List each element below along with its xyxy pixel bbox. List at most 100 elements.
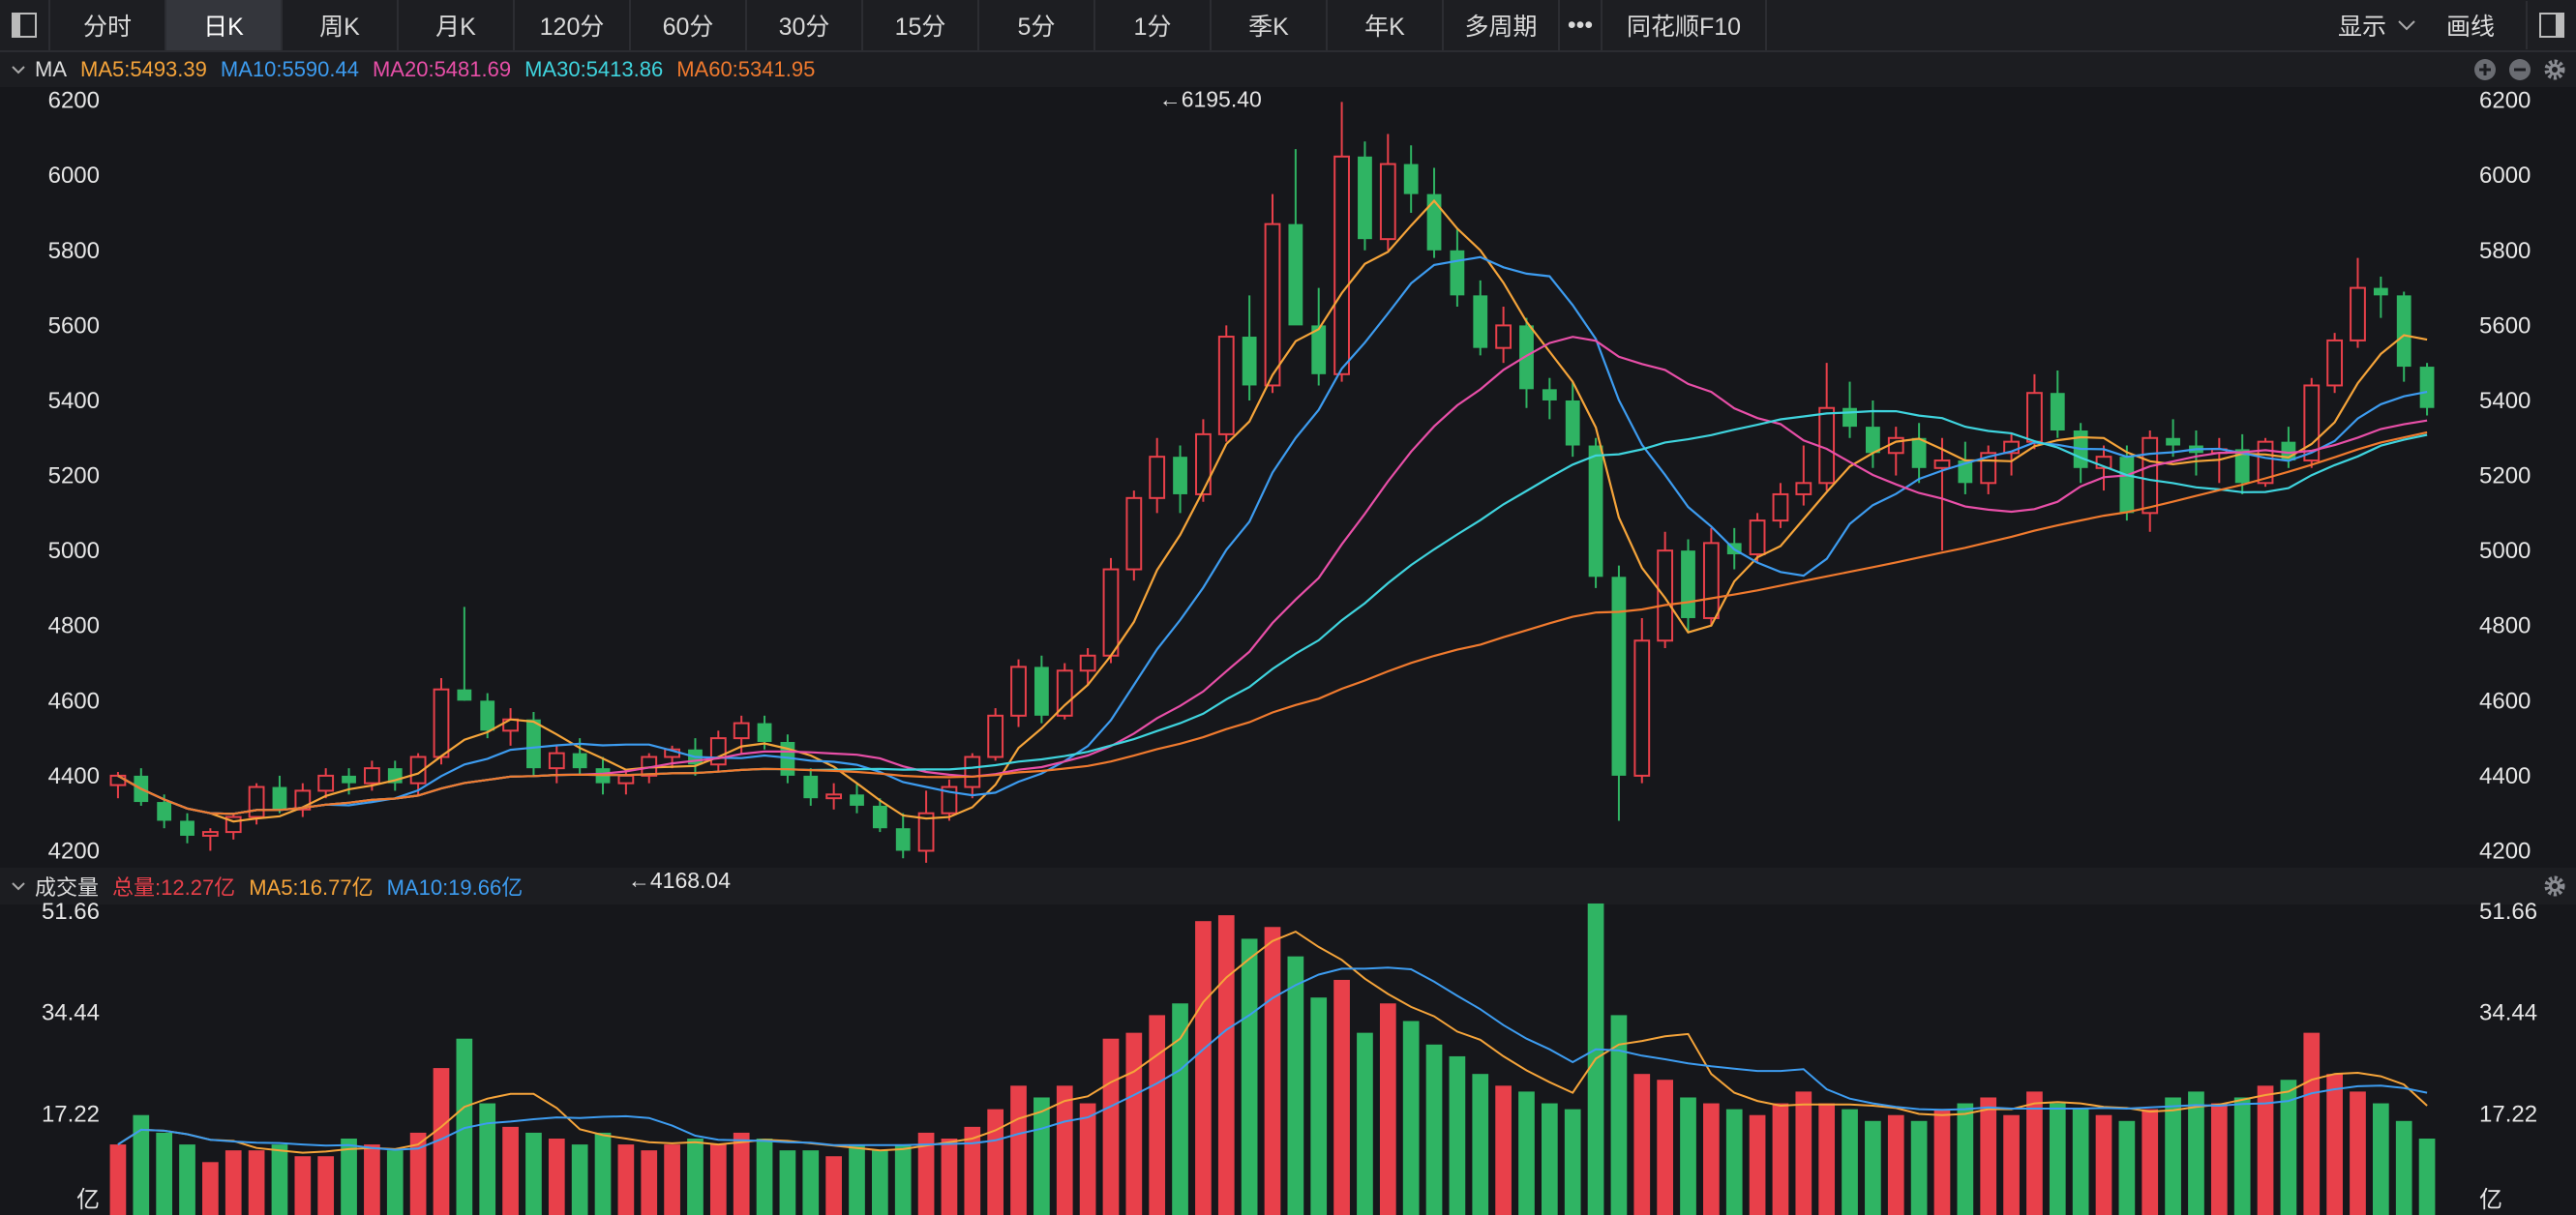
candle-body [641,756,658,777]
candle-body [1657,549,1674,642]
y-tick-left: 5800 [48,238,100,264]
candle-body [2419,367,2435,408]
candle-body [2303,384,2321,462]
f10-button[interactable]: 同花顺F10 [1603,0,1767,50]
volume-bar [1357,1032,1373,1215]
volume-bar [664,1144,680,1215]
y-tick-right: 6000 [2479,163,2531,189]
candle-body [2073,430,2088,468]
volume-bar [2165,1097,2181,1215]
tab-period-2[interactable]: 周K [283,0,399,50]
tab-period-3[interactable]: 月K [399,0,515,50]
ma-indicator-3: MA30:5413.86 [524,57,664,81]
volume-bar [2049,1103,2066,1215]
volume-bar [1933,1109,1951,1215]
collapse-chevron-icon[interactable] [10,880,27,892]
tab-period-8[interactable]: 5分 [979,0,1095,50]
volume-bar [1010,1085,1027,1215]
y-tick-right: 4200 [2479,838,2531,864]
volume-bar [917,1132,935,1215]
candle-body [1958,460,1973,484]
volume-tick-left: 34.44 [42,1000,100,1026]
volume-bar [2303,1032,2321,1215]
tab-period-9[interactable]: 1分 [1095,0,1212,50]
volume-ma5-line [117,930,2428,1154]
tab-period-0[interactable]: 分时 [50,0,166,50]
candle-body [1702,542,1720,619]
volume-bar [1379,1003,1396,1215]
layout-toggle-button[interactable] [0,0,50,50]
volume-bar [1495,1085,1512,1215]
gear-icon[interactable] [2543,58,2566,81]
candle-body [1519,325,1534,390]
volume-bar [1149,1015,1166,1215]
ma-indicator-bar: MA MA5:5493.39 MA10:5590.44 MA20:5481.69 MA… [0,52,2576,87]
collapse-chevron-icon[interactable] [10,64,27,75]
candle-body [1633,639,1651,777]
candle-body [733,722,750,740]
volume-bar [1217,915,1235,1215]
volume-bar [964,1126,981,1215]
volume-bar [386,1150,404,1215]
candle-body [1495,324,1513,349]
candlestick-chart[interactable]: 6200 6200 6000 6000 5800 5800 5600 5600 5400 5400… [0,0,2576,1215]
high-price-label: ←6195.40 [1159,86,1262,111]
volume-bar [1079,1103,1096,1215]
tab-period-11[interactable]: 年K [1328,0,1444,50]
tab-period-10[interactable]: 季K [1212,0,1328,50]
candle-body [664,748,681,758]
display-menu-button[interactable]: 显示 [2338,8,2417,43]
volume-bar [709,1144,727,1215]
panel-icon [12,13,37,38]
draw-line-button[interactable]: 画线 [2446,8,2495,43]
add-circle-icon[interactable] [2473,58,2497,81]
candle-body [548,752,565,770]
volume-bar [849,1144,865,1215]
volume-bar [2233,1097,2251,1215]
candle-body [2350,286,2366,341]
y-tick-left: 5400 [48,388,100,414]
volume-bar [2395,1120,2412,1215]
volume-bar [2026,1091,2043,1215]
candle-body [1264,222,1281,387]
f10-label: 同花顺F10 [1626,14,1742,41]
tab-period-7[interactable]: 15分 [863,0,979,50]
candle-body [2142,436,2159,515]
candle-body [2373,287,2388,296]
candle-body [1217,336,1235,435]
volume-tick-right: 34.44 [2479,1000,2537,1026]
volume-bar [1241,938,1258,1215]
ma-indicator-1: MA10:5590.44 [220,57,359,81]
candle-body [1565,400,1580,446]
volume-bar [1449,1055,1466,1215]
candle-body [1358,156,1372,240]
candle-body [1403,163,1419,194]
tab-period-6[interactable]: 30分 [747,0,863,50]
candle-body [526,719,541,769]
candle-body [1056,669,1073,717]
y-tick-left: 5200 [48,463,100,489]
tab-period-1[interactable]: 日K [166,0,283,50]
candle-body [457,689,472,701]
candle-body [134,775,149,803]
draw-label: 画线 [2445,14,2495,41]
volume-bar [617,1144,635,1215]
minus-circle-icon[interactable] [2508,58,2531,81]
volume-bar [872,1150,888,1215]
candle-body [917,812,935,852]
more-periods-button[interactable]: ••• [1560,0,1603,50]
ma-indicator-4: MA60:5341.95 [676,57,816,81]
volume-bar [317,1156,335,1215]
tab-period-4[interactable]: 120分 [515,0,631,50]
tab-period-12[interactable]: 多周期 [1444,0,1560,50]
y-tick-right: 5600 [2479,312,2531,339]
volume-bar [1587,903,1604,1215]
ma-label: MA [35,57,67,81]
gear-icon[interactable] [2543,874,2566,898]
tab-period-5[interactable]: 60分 [631,0,747,50]
volume-bar [341,1139,357,1215]
candle-body [1681,550,1695,618]
fullscreen-button[interactable] [2526,1,2576,49]
candle-body [1795,482,1812,495]
volume-bar [1887,1114,1904,1215]
